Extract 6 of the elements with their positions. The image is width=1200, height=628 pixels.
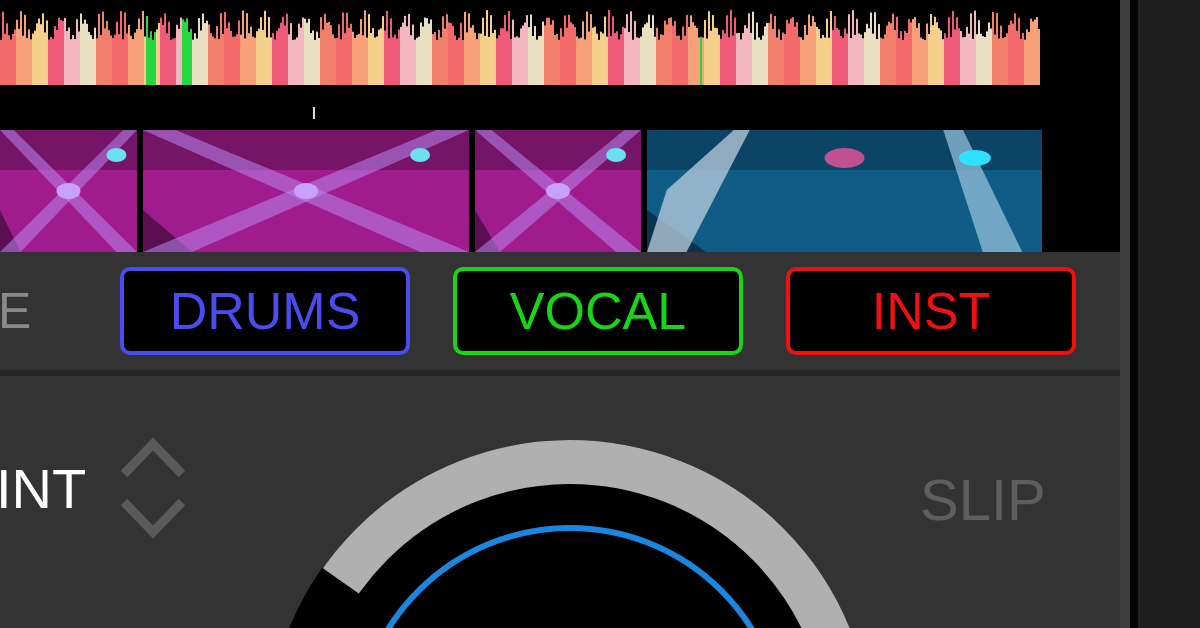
stem-button[interactable]: VOCAL <box>453 267 743 355</box>
stem-button[interactable]: INST <box>786 267 1076 355</box>
cue-label: INT <box>0 455 87 521</box>
stem-button[interactable]: DRUMS <box>120 267 410 355</box>
playhead-marker <box>313 106 315 119</box>
stems-label: E <box>0 282 33 340</box>
